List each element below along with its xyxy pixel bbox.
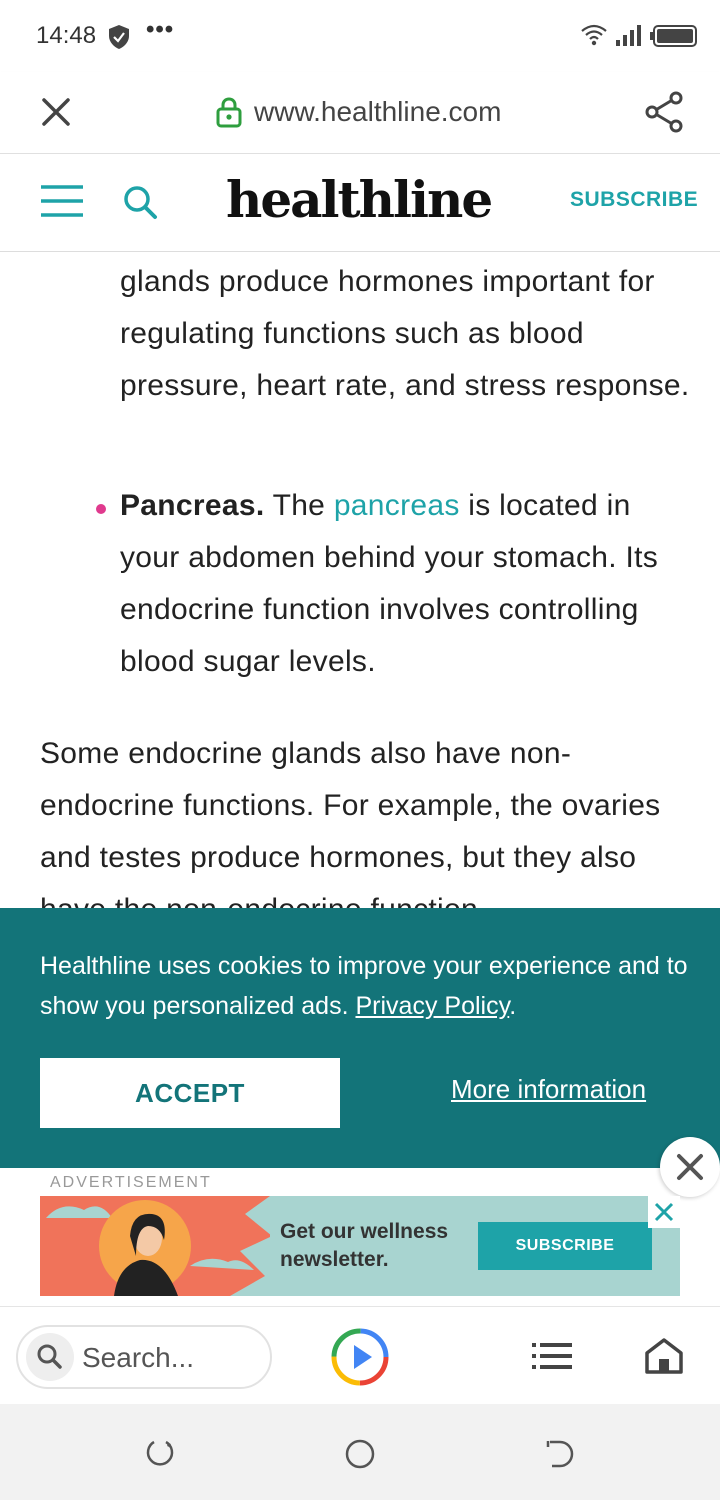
ad-illustration <box>40 1196 270 1296</box>
cookie-message: Healthline uses cookies to improve your … <box>40 946 690 1026</box>
search-icon <box>37 1344 62 1369</box>
status-bar: 14:48 ••• <box>0 0 720 72</box>
lock-icon <box>216 97 242 128</box>
ad-close-button[interactable] <box>648 1196 680 1228</box>
close-icon <box>677 1154 703 1180</box>
pancreas-bullet-text: Pancreas. The pancreas is located in you… <box>120 480 690 688</box>
close-icon <box>654 1202 674 1222</box>
article-paragraph: Some endocrine glands also have non-endo… <box>40 737 661 908</box>
back-icon[interactable] <box>544 1438 576 1470</box>
ad-banner[interactable]: Get our wellness newsletter. SUBSCRIBE <box>40 1196 680 1296</box>
browser-bottom-toolbar: Search... <box>0 1306 720 1404</box>
browser-url-bar: www.healthline.com <box>0 72 720 154</box>
home-button-icon[interactable] <box>344 1438 376 1470</box>
search-icon-wrap <box>26 1333 74 1381</box>
search-icon[interactable] <box>122 184 158 220</box>
share-icon[interactable] <box>642 90 686 134</box>
shield-icon <box>109 25 129 49</box>
hamburger-menu-icon[interactable] <box>40 184 84 218</box>
close-icon[interactable] <box>38 94 74 130</box>
cookie-banner: Healthline uses cookies to improve your … <box>0 908 720 1168</box>
accept-button[interactable]: ACCEPT <box>40 1058 340 1128</box>
search-placeholder: Search... <box>82 1342 195 1373</box>
search-input[interactable]: Search... <box>16 1325 272 1389</box>
ad-dismiss-button[interactable] <box>660 1137 720 1197</box>
site-logo[interactable]: healthline <box>226 170 493 229</box>
play-logo-icon[interactable] <box>330 1327 390 1387</box>
url-text[interactable]: www.healthline.com <box>254 96 501 128</box>
more-notifications-icon: ••• <box>146 16 175 43</box>
advertisement-label: ADVERTISEMENT <box>50 1174 212 1191</box>
ad-subscribe-button[interactable]: SUBSCRIBE <box>478 1222 652 1270</box>
subscribe-link[interactable]: SUBSCRIBE <box>570 188 698 212</box>
pancreas-the: The <box>272 489 326 522</box>
wifi-icon <box>581 24 607 46</box>
tabs-list-icon[interactable] <box>532 1341 572 1371</box>
site-header: healthline SUBSCRIBE <box>0 154 720 252</box>
adrenal-bullet-text: glands produce hormones important for re… <box>120 265 690 402</box>
ad-headline: Get our wellness newsletter. <box>280 1220 449 1271</box>
privacy-policy-link[interactable]: Privacy Policy <box>355 992 509 1020</box>
bullet-dot <box>96 504 106 514</box>
more-information-link[interactable]: More information <box>451 1074 646 1105</box>
battery-icon <box>650 25 697 47</box>
pancreas-link[interactable]: pancreas <box>334 489 460 522</box>
article-body: glands produce hormones important for re… <box>0 252 720 908</box>
status-time: 14:48 <box>36 22 97 49</box>
pancreas-title: Pancreas. <box>120 489 265 522</box>
recent-apps-icon[interactable] <box>144 1438 176 1470</box>
cookie-period: . <box>509 992 517 1020</box>
signal-icon <box>616 25 641 46</box>
system-nav-bar <box>0 1404 720 1500</box>
home-icon[interactable] <box>644 1337 684 1375</box>
